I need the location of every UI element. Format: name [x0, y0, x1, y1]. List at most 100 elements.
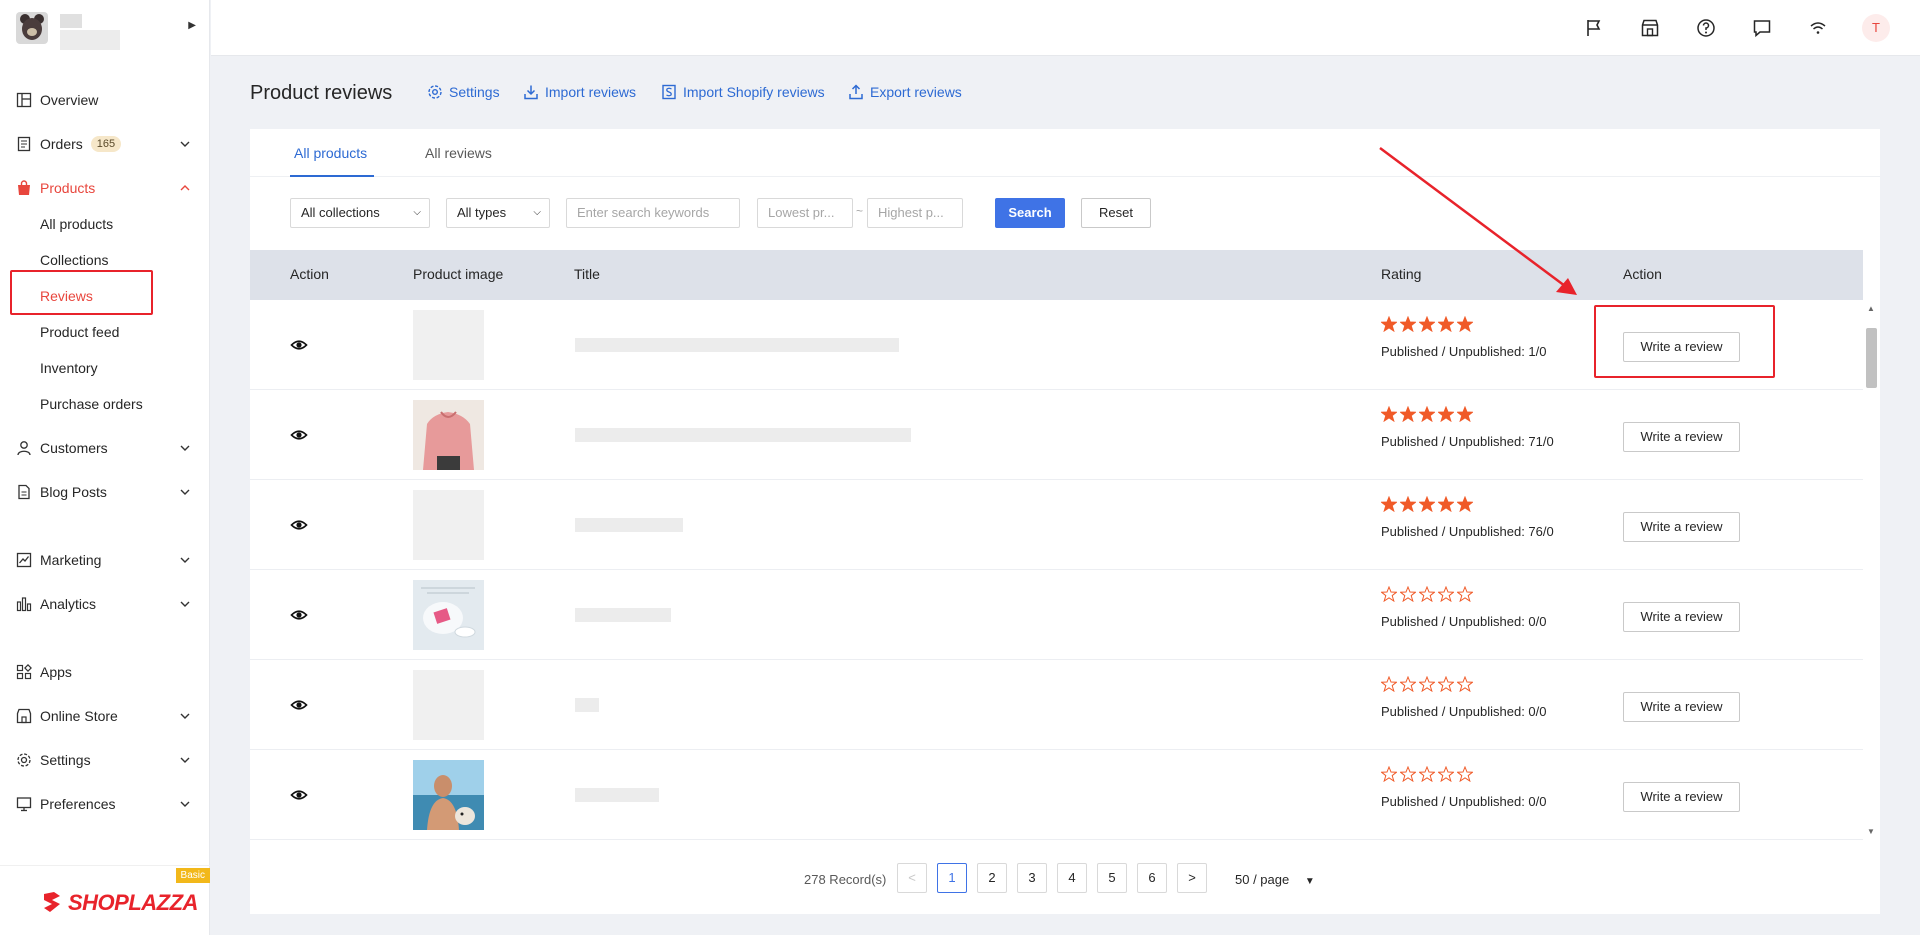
- search-input[interactable]: Enter search keywords: [566, 198, 740, 228]
- star-outline-icon: [1457, 676, 1473, 692]
- scrollbar-thumb[interactable]: [1866, 328, 1877, 388]
- store-switcher[interactable]: ▶: [16, 12, 196, 56]
- star-outline-icon: [1381, 676, 1397, 692]
- nav-label: Online Store: [40, 708, 118, 724]
- help-icon[interactable]: [1696, 18, 1716, 38]
- nav-marketing[interactable]: Marketing: [0, 544, 210, 576]
- overview-icon: [16, 92, 32, 108]
- nav-online-store[interactable]: Online Store: [0, 700, 210, 732]
- chevron-up-icon[interactable]: [178, 181, 192, 195]
- subnav-all-products[interactable]: All products: [40, 212, 113, 236]
- star-filled-icon: [1419, 496, 1435, 512]
- write-review-button[interactable]: Write a review: [1623, 692, 1740, 722]
- prev-page-button[interactable]: <: [897, 863, 927, 893]
- nav-customers[interactable]: Customers: [0, 432, 210, 464]
- star-filled-icon: [1457, 316, 1473, 332]
- flag-icon[interactable]: [1584, 18, 1604, 38]
- next-page-button[interactable]: >: [1177, 863, 1207, 893]
- chevron-down-icon[interactable]: [178, 709, 192, 723]
- th-product-image: Product image: [413, 266, 504, 282]
- chevron-down-icon[interactable]: [178, 485, 192, 499]
- eye-icon[interactable]: [290, 606, 308, 624]
- chevron-down-icon[interactable]: [178, 753, 192, 767]
- eye-icon[interactable]: [290, 336, 308, 354]
- star-rating: [1381, 406, 1473, 422]
- product-image: [413, 580, 484, 650]
- nav-products[interactable]: Products: [0, 172, 210, 204]
- scroll-up-arrow-icon[interactable]: ▲: [1867, 304, 1875, 313]
- subnav-purchase-orders[interactable]: Purchase orders: [40, 392, 143, 416]
- chevron-down-icon[interactable]: [178, 553, 192, 567]
- page-3-button[interactable]: 3: [1017, 863, 1047, 893]
- star-filled-icon: [1438, 496, 1454, 512]
- avatar[interactable]: T: [1862, 14, 1890, 42]
- subnav-product-feed[interactable]: Product feed: [40, 320, 119, 344]
- nav-orders[interactable]: Orders 165: [0, 128, 210, 160]
- caret-right-icon[interactable]: ▶: [188, 20, 196, 31]
- brand-name: SHOPLAZZA: [68, 890, 198, 915]
- product-title-blurred[interactable]: [575, 338, 899, 352]
- write-review-button[interactable]: Write a review: [1623, 602, 1740, 632]
- page-5-button[interactable]: 5: [1097, 863, 1127, 893]
- star-rating: [1381, 496, 1473, 512]
- import-shopify-reviews-link[interactable]: Import Shopify reviews: [661, 84, 825, 100]
- nav-apps[interactable]: Apps: [0, 656, 210, 688]
- page-size-select[interactable]: 50 / page ▼: [1235, 872, 1315, 887]
- reset-button[interactable]: Reset: [1081, 198, 1151, 228]
- th-title: Title: [574, 266, 600, 282]
- eye-icon[interactable]: [290, 786, 308, 804]
- product-title-blurred[interactable]: [575, 698, 599, 712]
- types-select[interactable]: All types ⌵: [446, 198, 550, 228]
- eye-icon[interactable]: [290, 426, 308, 444]
- chat-icon[interactable]: [1752, 18, 1772, 38]
- page-2-button[interactable]: 2: [977, 863, 1007, 893]
- page-1-button[interactable]: 1: [937, 863, 967, 893]
- chevron-down-icon[interactable]: [178, 441, 192, 455]
- scroll-down-arrow-icon[interactable]: ▼: [1867, 827, 1875, 836]
- write-review-button[interactable]: Write a review: [1623, 422, 1740, 452]
- chevron-down-icon[interactable]: [178, 137, 192, 151]
- star-rating: [1381, 676, 1473, 692]
- product-title-blurred[interactable]: [575, 428, 911, 442]
- active-tab-indicator: [290, 175, 374, 177]
- types-select-value: All types: [457, 205, 507, 220]
- search-button[interactable]: Search: [995, 198, 1065, 228]
- write-review-annotation-box: [1594, 305, 1775, 378]
- nav-analytics[interactable]: Analytics: [0, 588, 210, 620]
- page-6-button[interactable]: 6: [1137, 863, 1167, 893]
- subnav-inventory[interactable]: Inventory: [40, 356, 98, 380]
- write-review-button[interactable]: Write a review: [1623, 782, 1740, 812]
- export-reviews-link[interactable]: Export reviews: [848, 84, 962, 100]
- products-icon: [16, 180, 32, 196]
- published-count: Published / Unpublished: 0/0: [1381, 614, 1547, 629]
- import-reviews-link[interactable]: Import reviews: [523, 84, 636, 100]
- nav-overview[interactable]: Overview: [0, 84, 210, 116]
- tab-all-reviews[interactable]: All reviews: [425, 145, 492, 161]
- write-review-button[interactable]: Write a review: [1623, 512, 1740, 542]
- product-title-blurred[interactable]: [575, 518, 683, 532]
- nav-blog-posts[interactable]: Blog Posts: [0, 476, 210, 508]
- tab-all-products[interactable]: All products: [294, 145, 367, 161]
- wifi-icon[interactable]: [1808, 18, 1828, 38]
- star-filled-icon: [1381, 496, 1397, 512]
- lowest-price-input[interactable]: Lowest pr...: [757, 198, 853, 228]
- topbar: [211, 0, 1920, 56]
- highest-price-input[interactable]: Highest p...: [867, 198, 963, 228]
- product-title-blurred[interactable]: [575, 788, 659, 802]
- subnav-collections[interactable]: Collections: [40, 248, 108, 272]
- store-icon[interactable]: [1640, 18, 1660, 38]
- settings-link[interactable]: Settings: [427, 84, 500, 100]
- page-4-button[interactable]: 4: [1057, 863, 1087, 893]
- plan-badge: Basic: [175, 868, 210, 883]
- nav-settings[interactable]: Settings: [0, 744, 210, 776]
- tabs: All products All reviews: [250, 129, 1880, 177]
- chevron-down-icon[interactable]: [178, 597, 192, 611]
- nav-preferences[interactable]: Preferences: [0, 788, 210, 820]
- chevron-down-icon[interactable]: [178, 797, 192, 811]
- collections-select[interactable]: All collections ⌵: [290, 198, 430, 228]
- eye-icon[interactable]: [290, 516, 308, 534]
- customers-icon: [16, 440, 32, 456]
- published-count: Published / Unpublished: 1/0: [1381, 344, 1547, 359]
- eye-icon[interactable]: [290, 696, 308, 714]
- product-title-blurred[interactable]: [575, 608, 671, 622]
